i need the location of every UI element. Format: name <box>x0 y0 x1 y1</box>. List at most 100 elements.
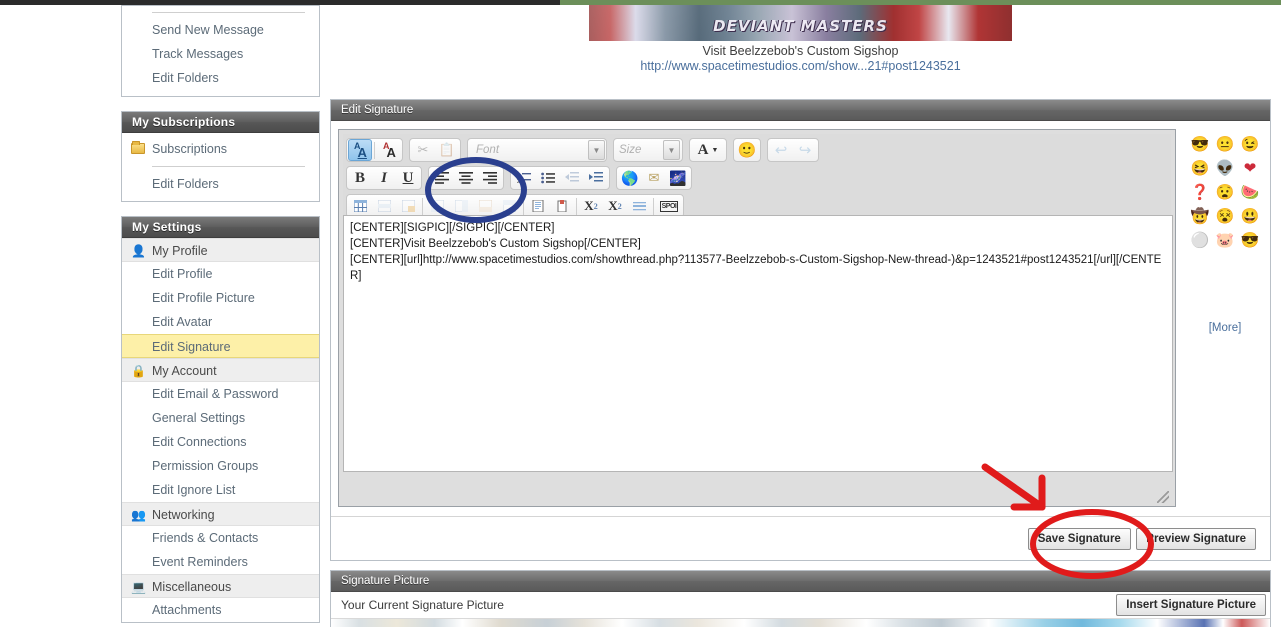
smilie-neutral[interactable]: 😐 <box>1213 132 1237 156</box>
remove-formatting-icon[interactable]: A A <box>377 139 401 161</box>
smilie-blank[interactable]: ⚪ <box>1188 228 1212 252</box>
sidebar-panel-title-subscriptions: My Subscriptions <box>122 112 319 133</box>
smilie-more-link[interactable]: [More] <box>1186 322 1264 334</box>
sidebar-group-miscellaneous[interactable]: 💻 Miscellaneous <box>122 574 319 598</box>
smilie-icon[interactable]: 🙂 <box>735 139 759 161</box>
subscript-icon[interactable]: X2 <box>579 195 603 217</box>
chevron-down-icon[interactable]: ▼ <box>588 140 605 160</box>
sidebar-item-general-settings[interactable]: General Settings <box>122 406 319 430</box>
edit-signature-header: Edit Signature <box>331 100 1270 121</box>
sidebar-item-subscriptions[interactable]: Subscriptions <box>122 137 319 161</box>
lock-icon: 🔒 <box>131 364 146 378</box>
bullet-list-icon[interactable] <box>536 167 560 189</box>
sidebar-item-event-reminders[interactable]: Event Reminders <box>122 550 319 574</box>
sidebar-item-edit-connections[interactable]: Edit Connections <box>122 430 319 454</box>
sidebar-item-edit-profile[interactable]: Edit Profile <box>122 262 319 286</box>
sidebar-item-friends-contacts[interactable]: Friends & Contacts <box>122 526 319 550</box>
sidebar-item-permission-groups[interactable]: Permission Groups <box>122 454 319 478</box>
font-family-select[interactable]: Font <box>469 139 584 161</box>
cut-icon[interactable]: ✂ <box>411 139 435 161</box>
divider <box>152 12 305 13</box>
person-icon: 👤 <box>131 244 146 258</box>
sidebar-group-my-profile[interactable]: 👤 My Profile <box>122 238 319 262</box>
banner-text: DEVIANT MASTERS <box>713 17 888 35</box>
delete-table-icon[interactable] <box>497 195 521 217</box>
insert-table-icon[interactable] <box>348 195 372 217</box>
sidebar-item-edit-email-password[interactable]: Edit Email & Password <box>122 382 319 406</box>
insert-code-icon[interactable] <box>550 195 574 217</box>
smilie-watermelon[interactable]: 🍉 <box>1238 180 1262 204</box>
insert-quote-icon[interactable] <box>526 195 550 217</box>
smilie-wink[interactable]: 😉 <box>1238 132 1262 156</box>
smilie-pirate[interactable]: 😎 <box>1188 132 1212 156</box>
smilie-laugh[interactable]: 😆 <box>1188 156 1212 180</box>
sidebar-item-edit-profile-picture[interactable]: Edit Profile Picture <box>122 286 319 310</box>
toolbar-group-history: ↩ ↪ <box>767 138 819 162</box>
sidebar-item-track-messages[interactable]: Track Messages <box>122 42 319 66</box>
smilie-cowboy[interactable]: 🤠 <box>1188 204 1212 228</box>
signature-preview-link[interactable]: http://www.spacetimestudios.com/show...2… <box>330 59 1271 73</box>
sidebar-item-edit-signature[interactable]: Edit Signature <box>122 334 319 358</box>
ordered-list-icon[interactable]: 1 2 <box>512 167 536 189</box>
italic-icon[interactable]: I <box>372 167 396 189</box>
screen-icon: 💻 <box>131 580 146 594</box>
smilie-dizzy[interactable]: 😵 <box>1213 204 1237 228</box>
smilie-shocked[interactable]: 😧 <box>1213 180 1237 204</box>
indent-icon[interactable] <box>584 167 608 189</box>
table-row-icon[interactable] <box>372 195 396 217</box>
sidebar-group-networking[interactable]: 👥 Networking <box>122 502 319 526</box>
insert-link-icon[interactable]: 🌎 <box>618 167 642 189</box>
table-prop-icon[interactable] <box>425 195 449 217</box>
sidebar-item-attachments[interactable]: Attachments <box>122 598 319 622</box>
smilie-cool[interactable]: 😎 <box>1238 228 1262 252</box>
redo-icon[interactable]: ↪ <box>793 139 817 161</box>
smilie-pig[interactable]: 🐷 <box>1213 228 1237 252</box>
font-color-icon[interactable]: A ▼ <box>691 139 725 161</box>
divider <box>152 166 305 167</box>
signature-editor: A A A A ✂ 📋 Font ▼ Size ▼ A ▼ 🙂 ↩ ↪ B I … <box>338 129 1176 507</box>
toolbar-group-clipboard: ✂ 📋 <box>409 138 461 162</box>
insert-image-icon[interactable]: 🌌 <box>666 167 690 189</box>
sidebar-item-edit-folders-messages[interactable]: Edit Folders <box>122 66 319 90</box>
chevron-down-icon[interactable]: ▼ <box>663 140 680 160</box>
sidebar-item-label: Networking <box>152 508 215 522</box>
signature-preview: DEVIANT MASTERS Visit Beelzzebob's Custo… <box>330 5 1271 73</box>
align-left-icon[interactable] <box>430 167 454 189</box>
font-size-select[interactable]: Size <box>615 139 659 161</box>
insert-email-icon[interactable]: ✉ <box>642 167 666 189</box>
smilie-alien[interactable]: 👽 <box>1213 156 1237 180</box>
preview-signature-button[interactable]: Preview Signature <box>1136 528 1256 550</box>
sidebar-item-edit-folders-subs[interactable]: Edit Folders <box>122 172 319 196</box>
align-center-icon[interactable] <box>454 167 478 189</box>
sidebar-item-label: Subscriptions <box>152 142 228 156</box>
smilie-heart[interactable]: ❤ <box>1238 156 1262 180</box>
sidebar-item-edit-ignore-list[interactable]: Edit Ignore List <box>122 478 319 502</box>
undo-icon[interactable]: ↩ <box>769 139 793 161</box>
underline-icon[interactable]: U <box>396 167 420 189</box>
folder-icon <box>131 141 145 154</box>
sidebar-panel-messages: Send New Message Track Messages Edit Fol… <box>121 5 320 97</box>
signature-textarea[interactable]: [CENTER][SIGPIC][/SIGPIC][/CENTER] [CENT… <box>343 215 1173 472</box>
wysiwyg-toggle-icon[interactable]: A A <box>348 139 372 161</box>
merge-cells-icon[interactable] <box>449 195 473 217</box>
sidebar-item-edit-avatar[interactable]: Edit Avatar <box>122 310 319 334</box>
bold-icon[interactable]: B <box>348 167 372 189</box>
textarea-resize-handle[interactable] <box>1157 491 1169 503</box>
sidebar-group-my-account[interactable]: 🔒 My Account <box>122 358 319 382</box>
align-right-icon[interactable] <box>478 167 502 189</box>
spoiler-icon[interactable]: SPOI <box>656 195 682 217</box>
superscript-icon[interactable]: X2 <box>603 195 627 217</box>
save-signature-button[interactable]: Save Signature <box>1027 528 1131 550</box>
signature-picture-block: Signature Picture Your Current Signature… <box>330 570 1271 627</box>
insert-signature-picture-button[interactable]: Insert Signature Picture <box>1116 594 1266 616</box>
horizontal-rule-icon[interactable] <box>627 195 651 217</box>
smilie-confused[interactable]: ❓ <box>1188 180 1212 204</box>
sidebar-item-send-new-message[interactable]: Send New Message <box>122 18 319 42</box>
sidebar-panel-my-settings: My Settings 👤 My Profile Edit Profile Ed… <box>121 216 320 623</box>
smilie-bigsmile[interactable]: 😃 <box>1238 204 1262 228</box>
paste-icon[interactable]: 📋 <box>435 139 459 161</box>
table-cell-icon[interactable] <box>396 195 420 217</box>
split-cell-icon[interactable] <box>473 195 497 217</box>
current-signature-picture-image <box>331 619 1270 627</box>
outdent-icon[interactable] <box>560 167 584 189</box>
